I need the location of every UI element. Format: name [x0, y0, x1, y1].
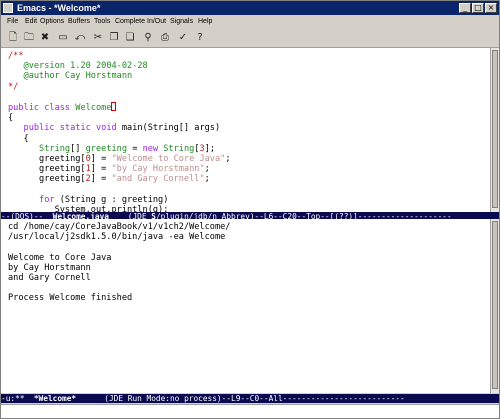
menu-help[interactable]: Help [198, 15, 212, 29]
code-token: /** [8, 51, 24, 61]
code-token: { [8, 133, 29, 144]
code-token: Welcome [75, 103, 112, 114]
open-directory-icon[interactable]: 🗀 [23, 32, 35, 44]
menu-edit[interactable]: Edit [25, 15, 37, 29]
code-token: "Welcome to Core Java" [111, 154, 226, 165]
code-token: String [39, 143, 71, 154]
code-token: ] = [90, 164, 112, 175]
save-icon[interactable]: ▭ [57, 32, 69, 44]
code-token: ; [204, 174, 210, 185]
code-token: ; [225, 154, 231, 165]
menu-tools[interactable]: Tools [94, 15, 110, 29]
code-token: [] [70, 143, 86, 154]
code-token: @author Cay Horstmann [23, 71, 133, 82]
code-token: ] = [90, 174, 112, 185]
code-token: main(String[] args) [121, 123, 221, 134]
emacs-window: Emacs - *Welcome* _ □ × File Edit Option… [0, 0, 500, 419]
code-token: ]; [204, 143, 216, 154]
code-token: = [127, 143, 143, 154]
code-token: @version 1.20 2004-02-28 [23, 61, 148, 72]
code-token: ] = [90, 154, 112, 165]
output-scrollbar[interactable] [490, 219, 499, 393]
menu-signals[interactable]: Signals [170, 15, 193, 29]
output-mode-line: -u:** *Welcome* (JDE Run Mode:no process… [1, 394, 499, 403]
output-line: by Cay Horstmann [8, 262, 91, 273]
code-token: { [8, 113, 14, 124]
open-file-icon[interactable]: 🗋 [7, 32, 19, 44]
spell-check-icon[interactable]: ✓ [177, 32, 189, 44]
code-token: (String g : greeting) [59, 194, 169, 205]
toolbar: 🗋 🗀 ✖ ▭ ⤺ ✂ ❐ ❏ ⚲ ⎙ ✓ ? [1, 29, 499, 48]
title-bar[interactable]: Emacs - *Welcome* _ □ × [1, 1, 499, 15]
output-line: Welcome to Core Java [8, 252, 112, 263]
code-token: public class [8, 103, 76, 114]
menu-bar: File Edit Options Buffers Tools Complete… [1, 15, 499, 29]
menu-in-out[interactable]: In/Out [147, 15, 166, 29]
search-icon[interactable]: ⚲ [142, 32, 154, 44]
code-token: "and Gary Cornell" [111, 174, 205, 185]
code-token: greeting[ [8, 154, 86, 165]
menu-buffers[interactable]: Buffers [68, 15, 90, 29]
minimize-icon[interactable]: _ [459, 3, 471, 13]
output-line: /usr/local/j2sdk1.5.0/bin/java -ea Welco… [8, 232, 226, 243]
app-icon [3, 3, 13, 13]
menu-file[interactable]: File [7, 15, 18, 29]
output-text[interactable]: cd /home/cay/CoreJavaBook/v1/v1ch2/Welco… [8, 222, 230, 304]
code-token: greeting [85, 143, 128, 154]
window-title: Emacs - *Welcome* [17, 3, 101, 13]
undo-icon[interactable]: ⤺ [74, 32, 86, 44]
editor-scrollbar[interactable] [490, 48, 499, 212]
output-scroll-thumb[interactable] [492, 221, 498, 389]
java-source[interactable]: /** @version 1.20 2004-02-28 @author Cay… [8, 51, 231, 215]
mode-line-status: -u:** [1, 394, 34, 403]
code-token: String [163, 143, 195, 154]
code-token: greeting[ [8, 174, 86, 185]
code-token: new [142, 143, 164, 154]
output-line: and Gary Cornell [8, 273, 91, 284]
output-line: cd /home/cay/CoreJavaBook/v1/v1ch2/Welco… [8, 222, 231, 232]
code-editor[interactable]: /** @version 1.20 2004-02-28 @author Cay… [1, 48, 490, 215]
output-line: Process Welcome finished [8, 293, 133, 304]
code-token: */ [8, 81, 19, 92]
maximize-icon[interactable]: □ [472, 3, 484, 13]
code-token: ; [204, 164, 210, 175]
minibuffer[interactable] [1, 404, 499, 418]
text-cursor [111, 102, 117, 112]
close-buffer-icon[interactable]: ✖ [39, 32, 51, 44]
code-token: for [39, 194, 60, 205]
code-token: public static void [23, 123, 122, 134]
paste-icon[interactable]: ❏ [124, 32, 136, 44]
print-icon[interactable]: ⎙ [159, 32, 171, 44]
editor-scroll-thumb[interactable] [492, 50, 498, 208]
mode-line-buffer-name: *Welcome* [33, 394, 77, 403]
copy-icon[interactable]: ❐ [108, 32, 120, 44]
help-icon[interactable]: ? [194, 32, 206, 44]
menu-options[interactable]: Options [40, 15, 64, 29]
menu-complete[interactable]: Complete [115, 15, 145, 29]
mode-line-position: (JDE Run Mode:no process)--L9--C0--All--… [76, 394, 405, 403]
code-token: greeting[ [8, 164, 86, 175]
cut-icon[interactable]: ✂ [92, 32, 104, 44]
output-buffer[interactable]: cd /home/cay/CoreJavaBook/v1/v1ch2/Welco… [1, 219, 490, 393]
code-token: "by Cay Horstmann" [111, 164, 205, 175]
close-icon[interactable]: × [485, 3, 497, 13]
